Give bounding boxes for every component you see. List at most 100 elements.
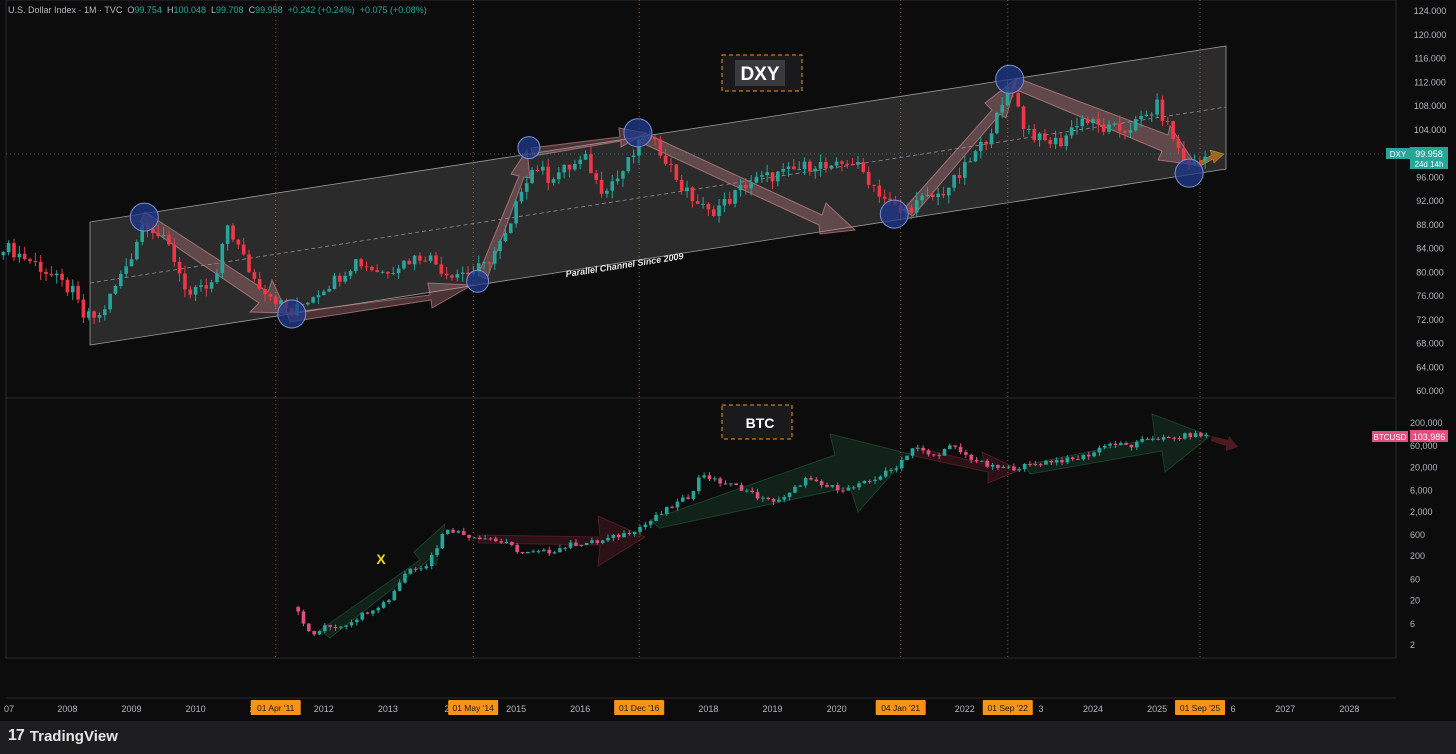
dxy-candle [151, 229, 155, 234]
dxy-candle [268, 294, 273, 297]
dxy-candle [225, 225, 230, 244]
x-tick-label: 07 [4, 704, 14, 714]
dxy-candle [829, 165, 834, 169]
dxy-candle [1085, 118, 1090, 124]
dxy-candle [802, 161, 807, 170]
dxy-candle [888, 198, 892, 201]
btc-candle [702, 475, 706, 478]
btc-candle [632, 531, 637, 535]
dxy-candle [503, 233, 508, 242]
dxy-candle [754, 176, 759, 183]
dxy-candle [65, 279, 70, 293]
dxy-candle [685, 187, 689, 192]
dxy-candle [102, 309, 107, 316]
svg-text:24d 14h: 24d 14h [1415, 160, 1444, 169]
dxy-candle [220, 243, 225, 274]
btc-candle [889, 469, 893, 471]
channel-touch-circle [517, 136, 541, 160]
dxy-candle [108, 293, 112, 310]
x-tick-label: 2009 [121, 704, 141, 714]
btc-candle [1081, 454, 1086, 460]
ohlc-open: 99.754 [134, 5, 162, 15]
date-tag-label: 01 Dec '16 [619, 703, 660, 713]
btc-candle [307, 623, 311, 632]
btc-candle [339, 626, 343, 628]
dxy-candle [338, 275, 342, 282]
ohlc-close: 99.958 [255, 5, 283, 15]
tradingview-brand[interactable]: 17 TradingView [8, 727, 118, 745]
dxy-candle [70, 285, 75, 293]
dxy-candle [332, 275, 337, 289]
btc-candle [579, 545, 584, 547]
dxy-candle [396, 268, 401, 274]
dxy-y-tick: 68.000 [1416, 339, 1444, 349]
btc-candle [841, 490, 845, 492]
btc-candle [777, 499, 781, 502]
btc-candle [461, 531, 466, 535]
dxy-candle [305, 302, 310, 305]
dxy-candle [920, 195, 924, 201]
dxy-candle [914, 200, 919, 213]
btc-candle [435, 548, 439, 555]
btc-candle [803, 478, 808, 486]
dxy-candle [22, 253, 27, 260]
dxy-candle [402, 260, 406, 269]
btc-candle [680, 497, 685, 502]
dxy-candle [524, 183, 529, 192]
dxy-candle [909, 207, 914, 213]
btc-candle [451, 529, 455, 533]
dxy-candle [1075, 126, 1079, 128]
dxy-candle [49, 273, 54, 276]
dxy-candle [231, 225, 235, 240]
btc-y-tick: 200,000 [1410, 418, 1443, 428]
dxy-candle [161, 234, 166, 237]
dxy-candle [743, 184, 748, 189]
x-tick-label: 2020 [827, 704, 847, 714]
dxy-candle [359, 259, 363, 267]
dxy-candle [946, 187, 951, 196]
x-tick-label: 2022 [955, 704, 975, 714]
dxy-candle [322, 291, 326, 296]
btc-candle [403, 573, 407, 583]
btc-candle [1102, 445, 1107, 448]
dxy-candle [1059, 137, 1063, 147]
dxy-candle [92, 311, 96, 318]
btc-candle [1167, 437, 1171, 439]
dxy-candle [733, 190, 737, 204]
btc-candle [547, 549, 552, 554]
dxy-candle [380, 271, 385, 273]
btc-candle [344, 625, 349, 627]
dxy-candle [1053, 137, 1058, 145]
dxy-candle [1101, 124, 1106, 132]
dxy-y-tick: 80.000 [1416, 267, 1444, 277]
btc-candle [365, 612, 370, 614]
btc-candle [392, 590, 397, 601]
btc-candle [745, 490, 749, 492]
svg-text:99.958: 99.958 [1415, 149, 1443, 159]
dxy-candle [1000, 105, 1004, 113]
dxy-candle [797, 169, 802, 171]
dxy-candle [1032, 128, 1037, 141]
brand-name: TradingView [29, 727, 118, 745]
dxy-candle [1043, 133, 1047, 141]
btc-candle [483, 538, 487, 540]
btc-candle [413, 568, 418, 570]
btc-candle [814, 479, 819, 482]
btc-candle [798, 485, 803, 487]
btc-candle [915, 447, 920, 449]
dxy-y-tick: 112.000 [1414, 77, 1446, 87]
x-tick-label: 6 [1230, 704, 1235, 714]
dxy-candle [840, 161, 844, 164]
date-tag-label: 01 Apr '11 [257, 703, 295, 713]
dxy-candle [963, 162, 967, 178]
dxy-candle [375, 270, 380, 273]
dxy-candle [882, 196, 887, 199]
dxy-candle [1037, 133, 1042, 141]
dxy-candle [776, 171, 780, 182]
btc-candle [654, 514, 658, 521]
chart-canvas: Parallel Channel Since 2009 DXY BTC X 12… [0, 0, 1456, 754]
dxy-candle [674, 164, 679, 180]
dxy-candle [412, 255, 417, 265]
dxy-candle [439, 264, 444, 274]
btc-candle [494, 538, 498, 542]
